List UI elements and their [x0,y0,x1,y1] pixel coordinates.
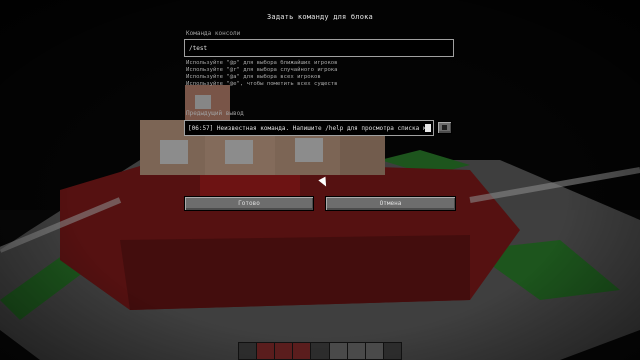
hotbar-slot[interactable] [239,343,258,359]
toggle-output-icon [442,125,447,130]
toggle-output-button[interactable] [437,121,452,134]
hint-all-entities: Используйте "@e", чтобы пометить всех су… [186,81,338,87]
previous-output-value: [06:57] Неизвестная команда. Напишите /h… [188,125,426,132]
hotbar-slot[interactable] [384,343,401,359]
dialog-title: Задать команду для блока [267,13,373,21]
hint-random-player: Используйте "@r" для выбора случайного и… [186,67,338,73]
hint-nearest-player: Используйте "@p" для выбора ближайших иг… [186,60,338,66]
done-button[interactable]: Готово [184,196,314,211]
hotbar-slot[interactable] [347,343,366,359]
hotbar-slot[interactable] [311,343,330,359]
hotbar-slot[interactable] [329,343,348,359]
text-cursor-icon [425,124,431,132]
command-input[interactable]: /test [184,39,454,57]
hotbar-slot[interactable] [275,343,294,359]
hotbar-slot[interactable] [293,343,312,359]
cancel-button[interactable]: Отмена [325,196,456,211]
previous-output-label: Предыдущий вывод [186,110,244,117]
hotbar [238,342,402,360]
console-command-label: Команда консоли [186,30,241,37]
hotbar-slot[interactable] [257,343,276,359]
previous-output-field[interactable]: [06:57] Неизвестная команда. Напишите /h… [184,120,434,136]
hint-all-players: Используйте "@a" для выбора всех игроков [186,74,321,80]
command-input-value: /test [189,45,208,52]
hotbar-slot[interactable] [365,343,384,359]
